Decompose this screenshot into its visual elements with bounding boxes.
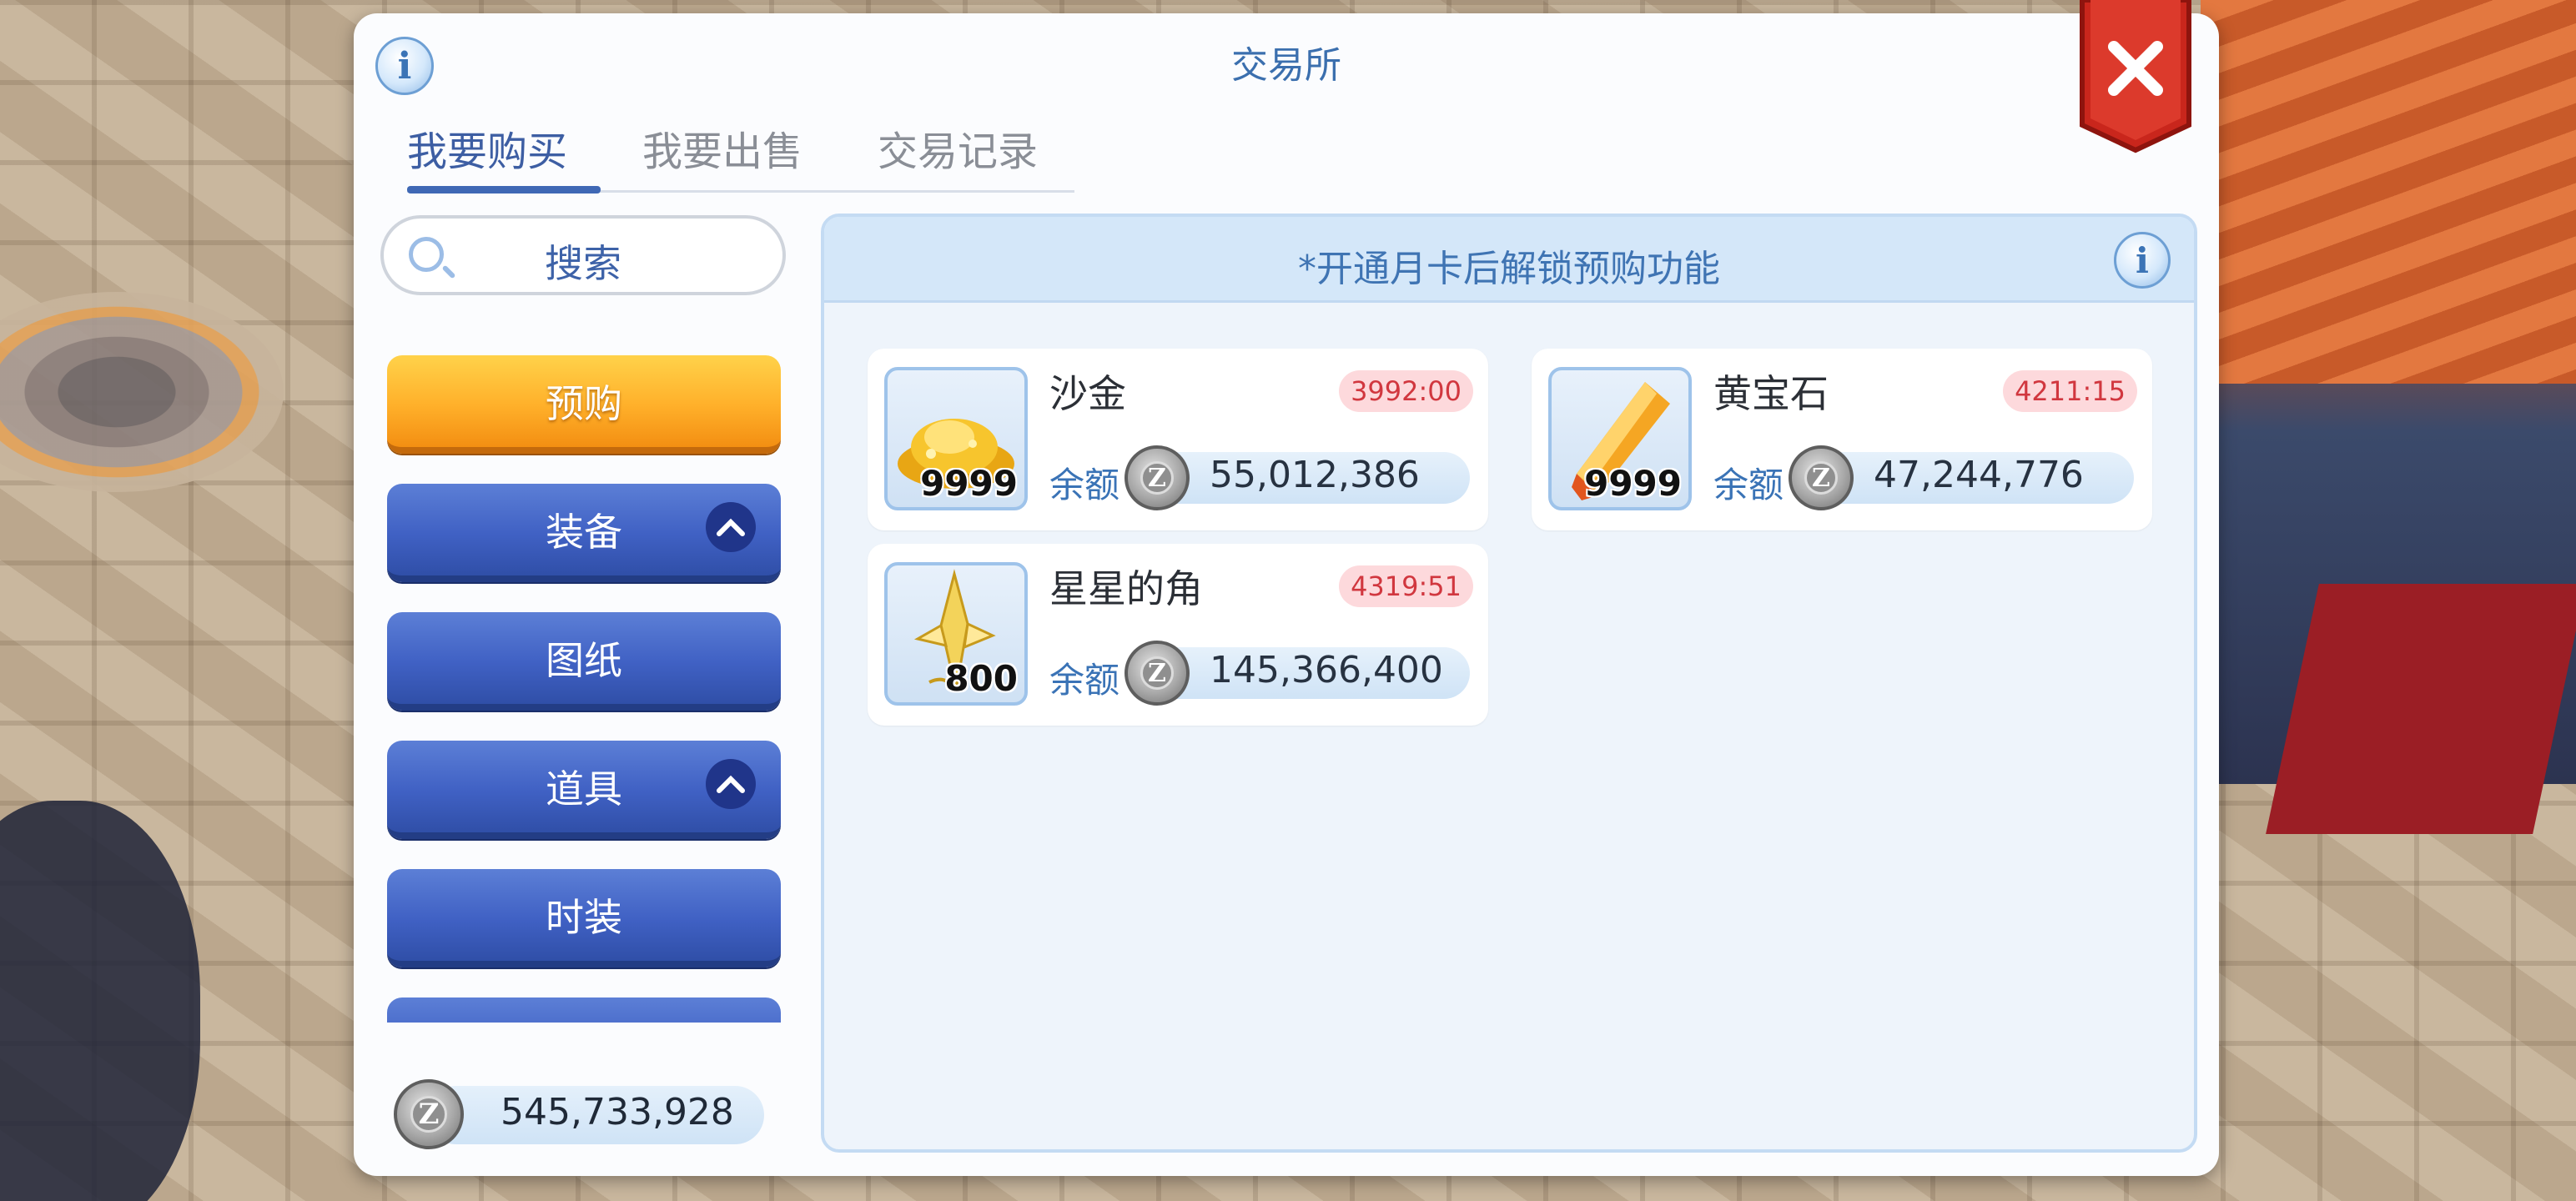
balance-value: 47,244,776 bbox=[1874, 454, 2084, 496]
balance-label: 余额 bbox=[1713, 465, 1784, 505]
tab-sell[interactable]: 我要出售 bbox=[642, 113, 802, 190]
tab-history-label: 交易记录 bbox=[878, 128, 1039, 175]
zeny-coin-icon: Z bbox=[394, 1079, 464, 1149]
category-blueprint-button[interactable]: 图纸 bbox=[387, 612, 781, 711]
item-quantity: 9999 bbox=[1584, 463, 1682, 504]
item-card[interactable]: 800 星星的角 4319:51 余额 Z 145,366,400 bbox=[868, 544, 1488, 726]
item-card[interactable]: 9999 黄宝石 4211:15 余额 Z 47,244,776 bbox=[1532, 349, 2152, 530]
close-x-icon bbox=[2080, 0, 2191, 153]
preorder-panel: *开通月卡后解锁预购功能 i 9999 沙金 3992:00 余额 Z 55,0… bbox=[821, 214, 2197, 1153]
item-quantity: 800 bbox=[944, 658, 1018, 699]
building-roof bbox=[2201, 0, 2576, 384]
category-label: 装备 bbox=[546, 510, 622, 555]
balance-label: 余额 bbox=[1049, 660, 1120, 701]
balance-value: 55,012,386 bbox=[1210, 454, 1420, 496]
zeny-coin-icon: Z bbox=[1124, 445, 1190, 510]
dialog-title: 交易所 bbox=[1231, 44, 1341, 87]
zeny-coin-icon: Z bbox=[1124, 641, 1190, 706]
close-button[interactable] bbox=[2077, 0, 2194, 155]
item-timer: 4319:51 bbox=[1339, 565, 1473, 607]
item-name: 星星的角 bbox=[1049, 566, 1203, 611]
red-carpet bbox=[2266, 584, 2576, 834]
sand-gold-icon: 9999 bbox=[884, 367, 1028, 510]
chevron-up-icon bbox=[706, 759, 756, 809]
category-label: 预购 bbox=[546, 381, 622, 426]
item-timer: 4211:15 bbox=[2003, 370, 2137, 412]
balance-label: 余额 bbox=[1049, 465, 1120, 505]
category-preorder-button[interactable]: 预购 bbox=[387, 355, 781, 454]
category-list[interactable]: 预购 装备 图纸 道具 时装 bbox=[384, 339, 784, 1023]
active-tab-underline bbox=[407, 186, 601, 193]
chevron-up-icon bbox=[706, 502, 756, 552]
category-label: 道具 bbox=[546, 766, 622, 812]
search-button[interactable]: 搜索 bbox=[380, 215, 786, 295]
category-label: 时装 bbox=[546, 895, 622, 940]
item-timer: 3992:00 bbox=[1339, 370, 1473, 412]
tab-buy-label: 我要购买 bbox=[407, 128, 568, 175]
category-items-button[interactable]: 道具 bbox=[387, 741, 781, 839]
category-next-button-partial[interactable] bbox=[387, 997, 781, 1023]
wallet-value: 545,733,928 bbox=[501, 1091, 734, 1133]
item-quantity: 9999 bbox=[920, 463, 1018, 504]
topaz-icon: 9999 bbox=[1548, 367, 1692, 510]
zeny-coin-icon: Z bbox=[1789, 445, 1854, 510]
category-label: 图纸 bbox=[546, 638, 622, 683]
tab-sell-label: 我要出售 bbox=[642, 128, 803, 175]
item-card[interactable]: 9999 沙金 3992:00 余额 Z 55,012,386 bbox=[868, 349, 1488, 530]
info-icon[interactable]: i bbox=[2114, 232, 2171, 289]
item-name: 沙金 bbox=[1049, 371, 1126, 416]
balance-value: 145,366,400 bbox=[1210, 649, 1443, 691]
item-name: 黄宝石 bbox=[1713, 371, 1829, 416]
exchange-dialog: i 交易所 我要购买 我要出售 交易记录 搜索 预购 装备 图纸 道具 时装 Z… bbox=[354, 0, 2219, 1176]
panel-header: *开通月卡后解锁预购功能 i bbox=[824, 217, 2194, 303]
search-label: 搜索 bbox=[545, 241, 621, 286]
tab-history[interactable]: 交易记录 bbox=[878, 113, 1038, 190]
wallet-balance: Z 545,733,928 bbox=[394, 1079, 777, 1149]
monthly-card-notice: *开通月卡后解锁预购功能 bbox=[1298, 248, 1720, 290]
tab-bar: 我要购买 我要出售 交易记录 bbox=[407, 113, 1074, 193]
category-equipment-button[interactable]: 装备 bbox=[387, 484, 781, 582]
category-fashion-button[interactable]: 时装 bbox=[387, 869, 781, 967]
tab-buy[interactable]: 我要购买 bbox=[407, 113, 567, 190]
star-horn-icon: 800 bbox=[884, 562, 1028, 706]
